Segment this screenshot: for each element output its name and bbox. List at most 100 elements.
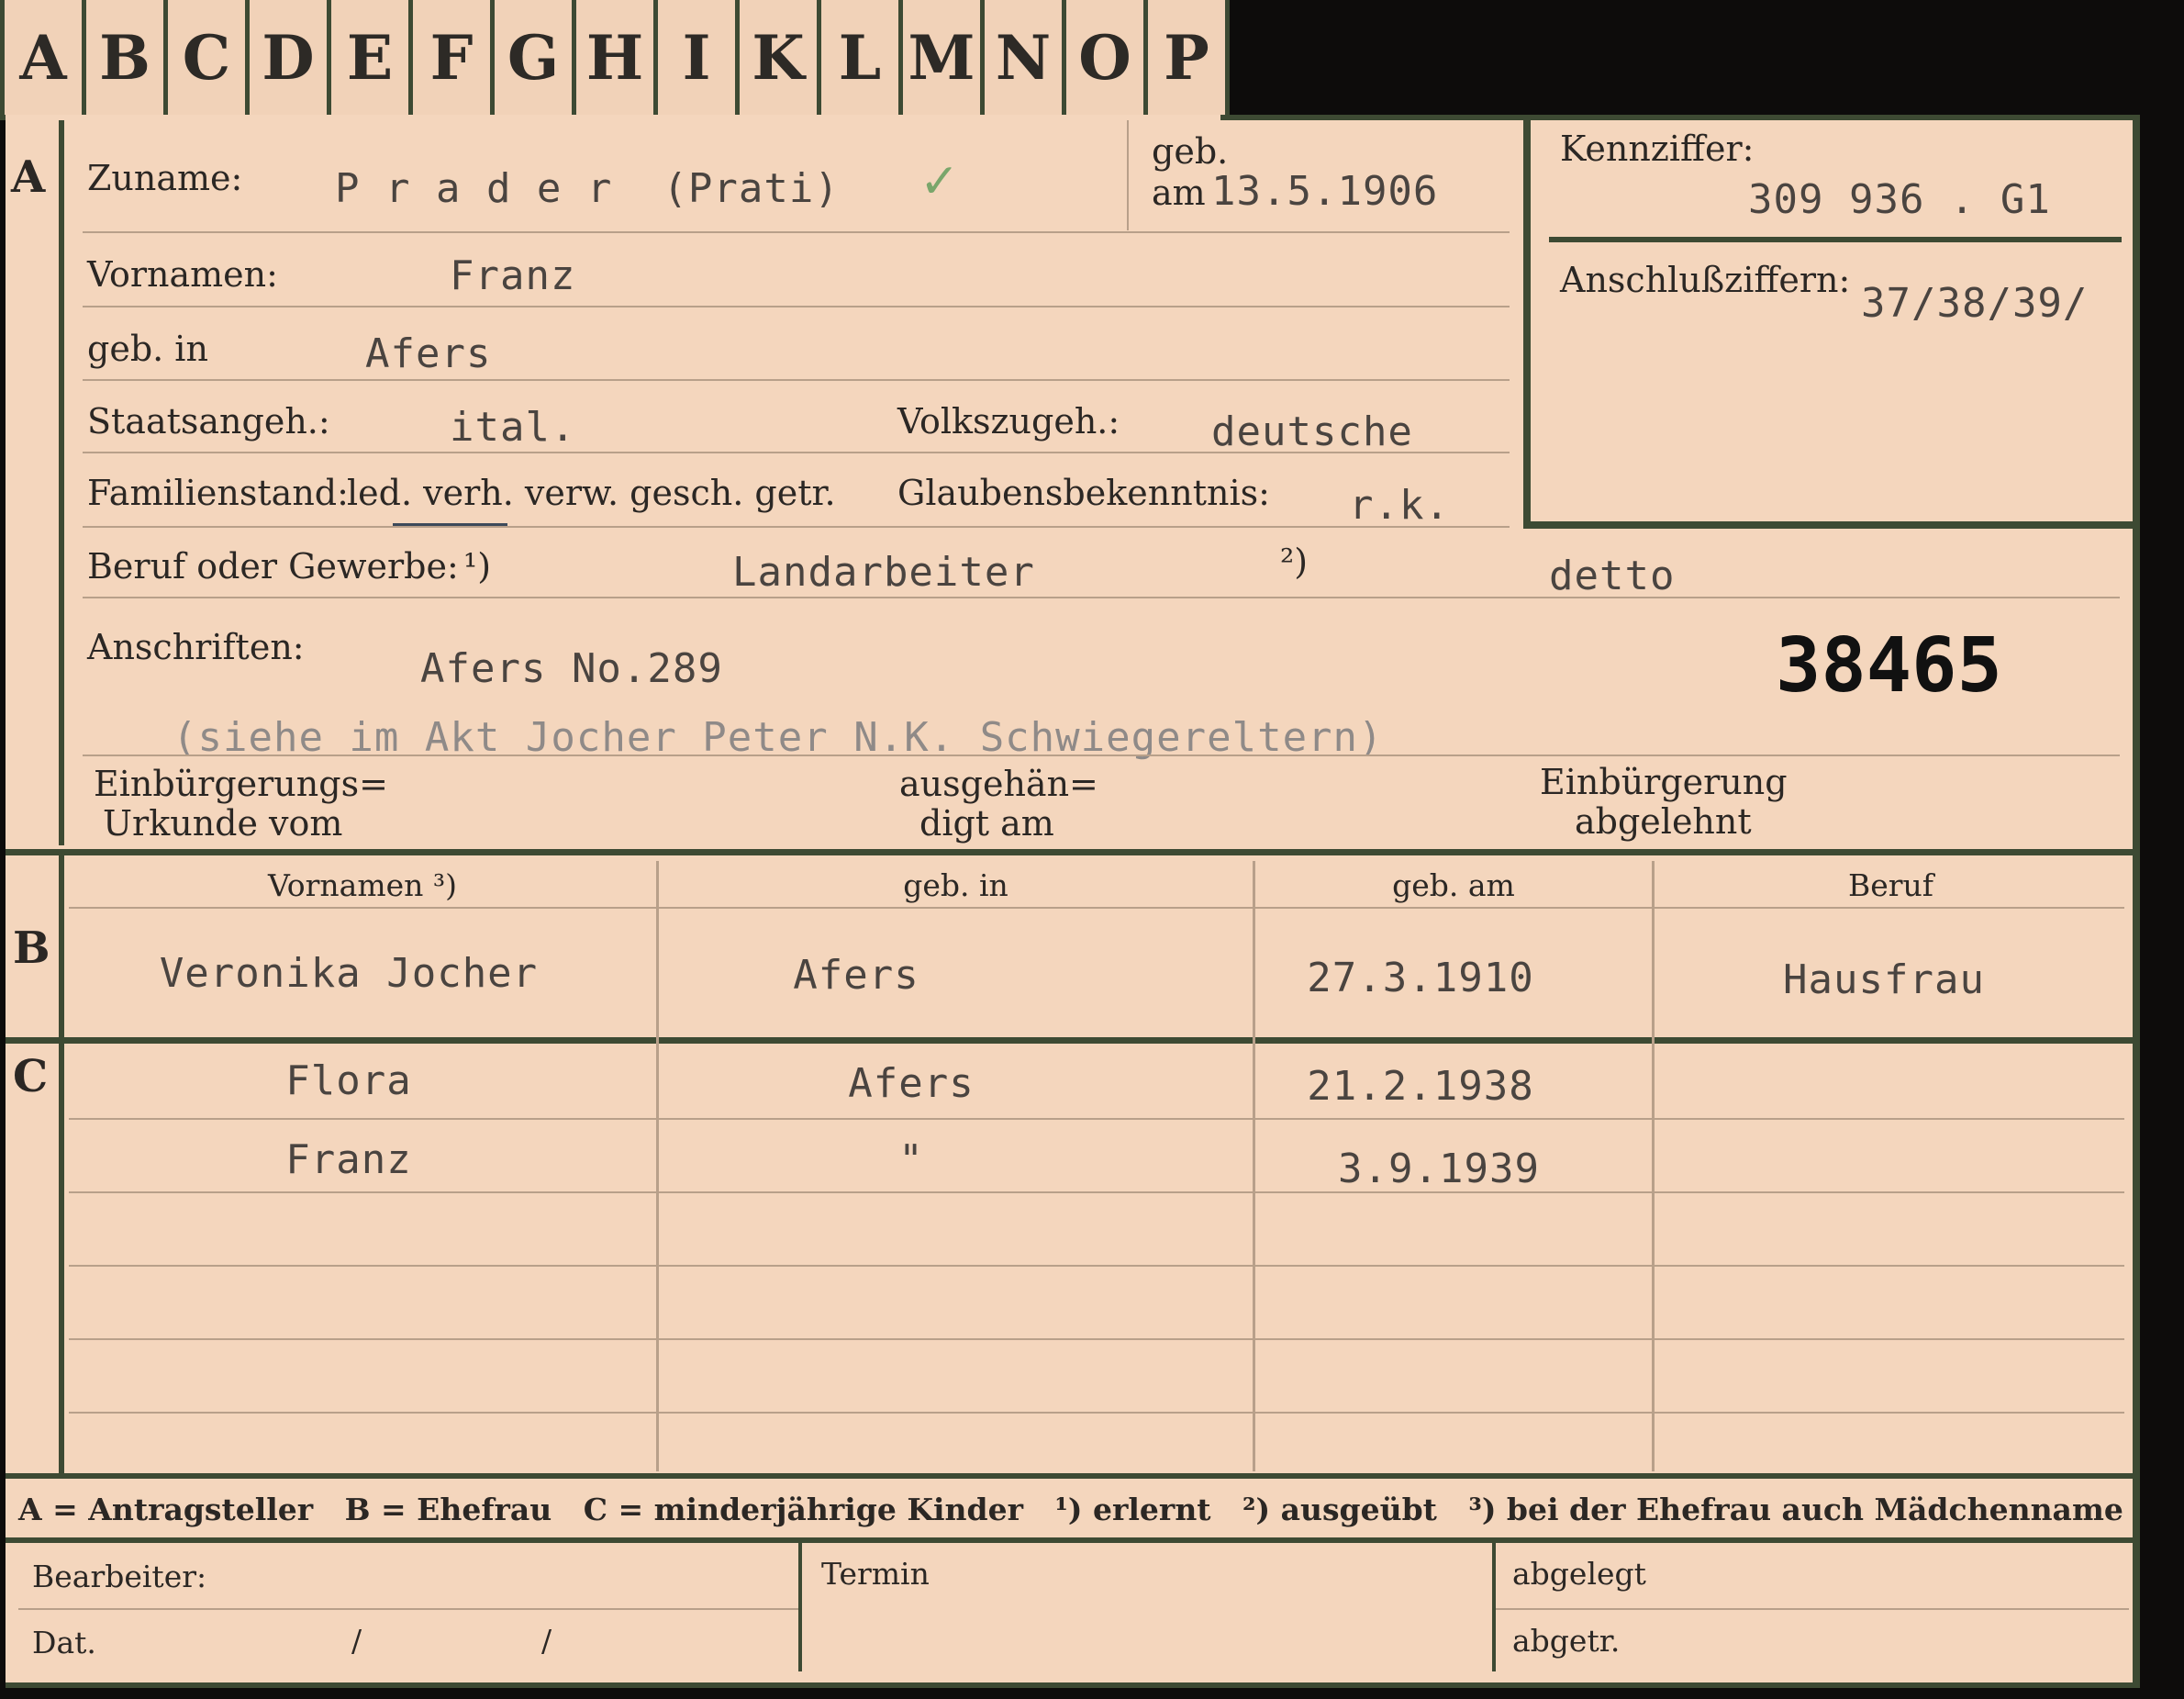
termin-label: Termin — [821, 1556, 930, 1592]
child-birthplace: " — [898, 1136, 924, 1183]
kennziffer-separator — [1549, 237, 2122, 242]
spouse-birthdate: 27.3.1910 — [1307, 955, 1534, 1001]
tab-letter: C — [168, 0, 250, 115]
row-line — [83, 379, 1510, 381]
tab-letter: N — [985, 0, 1066, 115]
abgetr-label: abgetr. — [1512, 1623, 1621, 1659]
birth-label-top: geb. — [1152, 131, 1229, 172]
tab-letter: G — [495, 0, 576, 115]
birth-date-divider — [1127, 120, 1129, 230]
section-c-top-border — [6, 1037, 2133, 1044]
date-slash: / — [541, 1623, 552, 1659]
naturalization-label-1: Einbürgerungs= — [94, 764, 388, 804]
address-value: Afers No.289 — [420, 645, 723, 692]
handed-label-2: digt am — [919, 803, 1054, 844]
header-firstnames: Vornamen ³) — [267, 867, 458, 903]
handed-label-1: ausgehän= — [899, 764, 1098, 804]
footer-line — [1496, 1608, 2129, 1610]
tab-letter: M — [903, 0, 985, 115]
tab-letter: D — [250, 0, 331, 115]
tab-letter: L — [821, 0, 903, 115]
spouse-birthplace: Afers — [793, 952, 919, 999]
row-line — [69, 1265, 2124, 1267]
note2-marker: ²) — [1280, 542, 1309, 582]
child-birthplace: Afers — [848, 1060, 975, 1107]
tab-letter: E — [331, 0, 413, 115]
dat-label: Dat. — [32, 1625, 96, 1660]
row-line — [83, 754, 2120, 756]
birth-label-am: am — [1152, 173, 1206, 213]
row-line — [69, 1412, 2124, 1414]
kennziffer-label: Kennziffer: — [1560, 129, 1755, 169]
section-a-marker: A — [11, 151, 46, 203]
citizenship-label: Staatsangeh.: — [87, 401, 330, 442]
stamp-number: 38465 — [1776, 622, 2002, 710]
row-line — [83, 526, 1510, 528]
firstname-value: Franz — [450, 252, 576, 299]
tab-letter: B — [86, 0, 168, 115]
card-top-border — [1220, 115, 2133, 120]
section-c-marker: C — [13, 1051, 49, 1102]
footer-divider — [1492, 1543, 1496, 1671]
section-a-divider — [59, 120, 64, 845]
surname-label: Zuname: — [87, 158, 243, 198]
check-mark-icon: ✓ — [919, 154, 960, 209]
alphabet-tab-strip: A B C D E F G H I K L M N O P — [0, 0, 1230, 120]
header-birthdate: geb. am — [1392, 867, 1515, 903]
refused-label-1: Einbürgerung — [1540, 762, 1788, 802]
occupation-practiced: detto — [1549, 553, 1676, 599]
kennziffer-box-left — [1523, 120, 1531, 529]
birth-date-value: 13.5.1906 — [1211, 168, 1439, 215]
tab-letter: H — [576, 0, 658, 115]
legend-bottom-border — [6, 1537, 2133, 1543]
child-birthdate: 21.2.1938 — [1307, 1063, 1534, 1110]
footer-line — [18, 1608, 798, 1610]
child-name: Franz — [285, 1136, 412, 1183]
header-line — [69, 907, 2124, 909]
date-slash: / — [351, 1623, 362, 1659]
tab-letter: O — [1066, 0, 1148, 115]
abgelegt-label: abgelegt — [1512, 1556, 1646, 1592]
footer-divider — [798, 1543, 802, 1671]
row-line — [69, 1338, 2124, 1340]
tab-letter: P — [1148, 0, 1230, 115]
surname-value: P r a d e r (Prati) — [335, 165, 840, 212]
religion-label: Glaubensbekenntnis: — [897, 473, 1270, 513]
section-bc-divider — [59, 854, 64, 1478]
firstname-label: Vornamen: — [87, 254, 278, 295]
spouse-name: Veronika Jocher — [159, 950, 539, 997]
address-label: Anschriften: — [87, 627, 305, 667]
anschluss-value: 37/38/39/ — [1861, 280, 2089, 327]
section-b-marker: B — [13, 922, 50, 974]
tab-letter: K — [740, 0, 821, 115]
marital-label: Familienstand: — [87, 473, 349, 513]
row-line — [83, 306, 1510, 307]
birthplace-value: Afers — [365, 330, 492, 377]
row-line — [83, 597, 2120, 598]
refused-label-2: abgelehnt — [1575, 801, 1752, 842]
tab-letter: F — [413, 0, 495, 115]
religion-value: r.k. — [1349, 482, 1450, 529]
ethnicity-value: deutsche — [1211, 408, 1413, 455]
tab-letter: A — [0, 0, 86, 115]
column-divider — [1652, 861, 1655, 1471]
marital-options: led. verh. verw. gesch. getr. — [347, 473, 836, 513]
bearbeiter-label: Bearbeiter: — [32, 1559, 207, 1594]
row-line — [83, 452, 1510, 453]
citizenship-value: ital. — [450, 404, 576, 451]
header-occupation: Beruf — [1847, 867, 1934, 903]
birthplace-label: geb. in — [87, 329, 208, 369]
occupation-label: Beruf oder Gewerbe: — [87, 546, 459, 587]
note1-marker: ¹) — [463, 546, 492, 587]
ethnicity-label: Volkszugeh.: — [897, 401, 1120, 442]
tab-letter: I — [658, 0, 740, 115]
naturalization-label-2: Urkunde vom — [103, 803, 343, 844]
kennziffer-box-bottom — [1523, 521, 2133, 529]
row-line — [69, 1191, 2124, 1193]
spouse-occupation: Hausfrau — [1783, 956, 1985, 1003]
child-name: Flora — [285, 1057, 412, 1104]
occupation-learned: Landarbeiter — [732, 549, 1035, 596]
header-birthplace: geb. in — [903, 867, 1008, 903]
legend-top-border — [6, 1473, 2133, 1479]
child-birthdate: 3.9.1939 — [1338, 1146, 1540, 1192]
